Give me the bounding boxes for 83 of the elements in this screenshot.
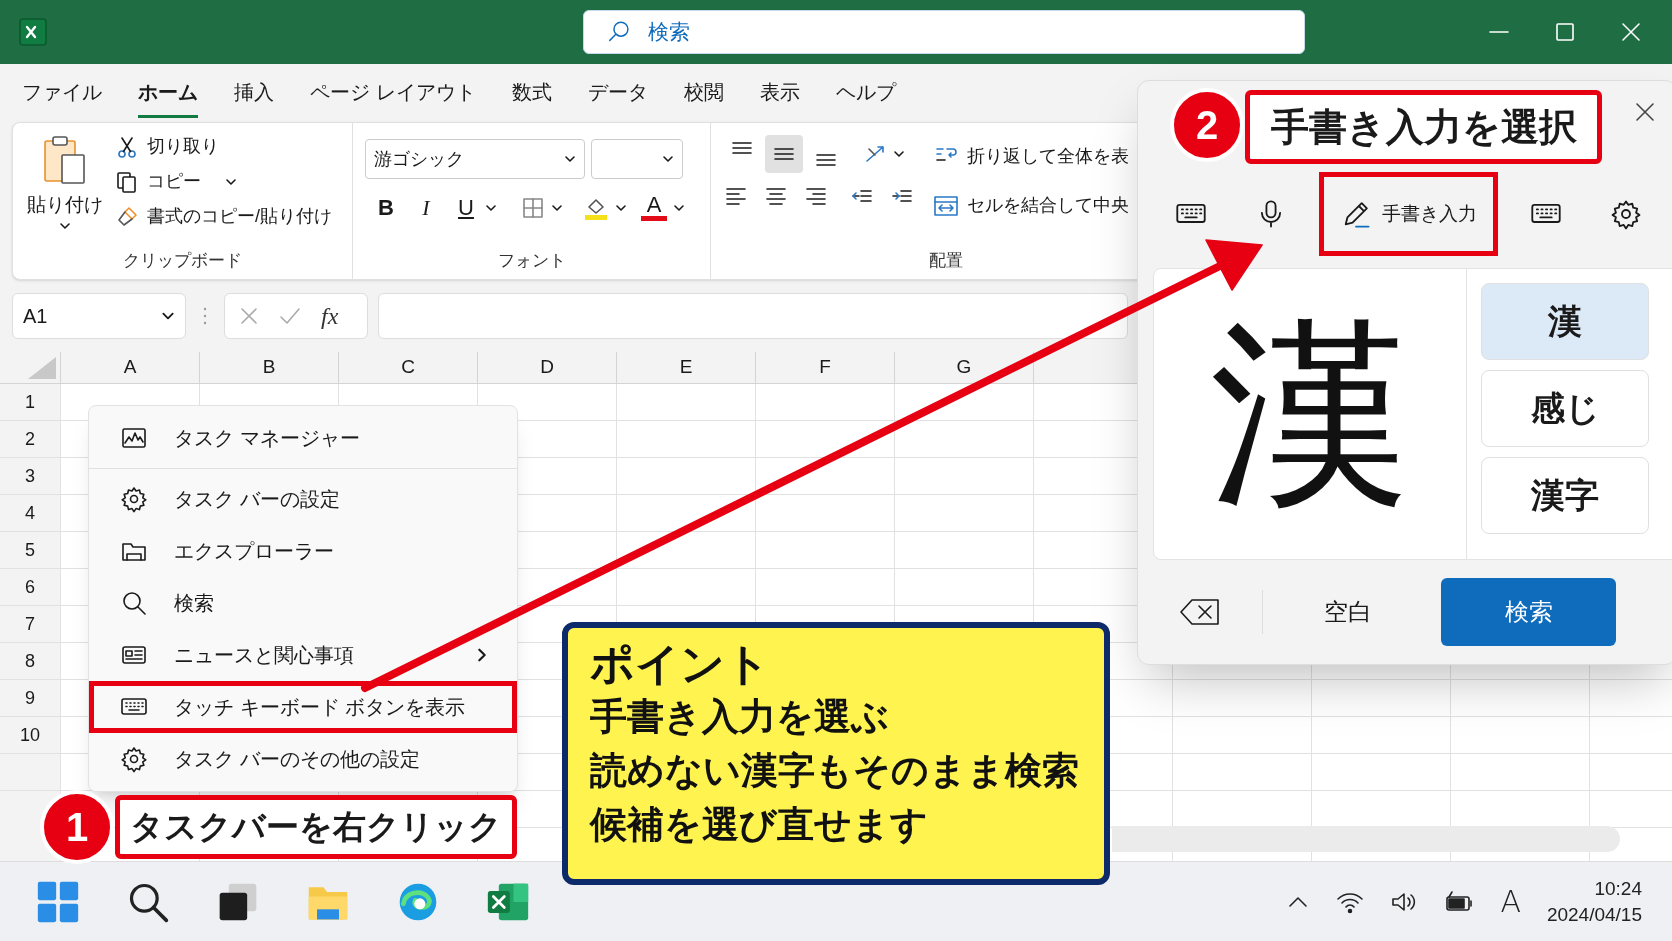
more-icon <box>202 306 208 326</box>
ribbon-tab[interactable]: 校閲 <box>683 77 724 118</box>
close-icon[interactable] <box>1634 101 1656 123</box>
callout-text: 手書き入力を選ぶ <box>590 695 890 739</box>
battery-icon[interactable] <box>1444 889 1475 914</box>
clipboard-command[interactable]: コピー <box>115 168 332 195</box>
maximize-icon[interactable] <box>1554 21 1576 43</box>
ribbon-tab[interactable]: ファイル <box>22 77 102 118</box>
font-name-dropdown[interactable]: 游ゴシック <box>365 139 585 179</box>
menu-item[interactable]: タスク バーの設定 <box>89 473 517 525</box>
menu-item[interactable]: ニュースと関心事項 <box>89 629 517 681</box>
alignment-command[interactable]: 折り返して全体を表 <box>933 143 1129 170</box>
menu-item[interactable]: タスク マネージャー <box>89 412 517 464</box>
group-label: フォント <box>496 249 567 272</box>
clipboard-command[interactable]: 書式のコピー/貼り付け <box>115 203 332 230</box>
ribbon-tab[interactable]: ホーム <box>138 77 198 118</box>
formula-input-field[interactable] <box>378 293 1128 339</box>
column-header[interactable]: C <box>338 352 477 383</box>
spreadsheet-logo-icon <box>18 17 48 47</box>
column-header[interactable]: A <box>60 352 199 383</box>
column-header[interactable]: E <box>616 352 755 383</box>
alignment-command[interactable]: セルを結合して中央 <box>933 192 1129 219</box>
group-label: 配置 <box>928 249 964 272</box>
font-color-button[interactable]: A <box>641 194 667 221</box>
search-button[interactable]: 検索 <box>1441 578 1616 646</box>
menu-item[interactable]: 検索 <box>89 577 517 629</box>
menu-item[interactable]: エクスプローラー <box>89 525 517 577</box>
search-field[interactable]: 検索 <box>583 10 1305 54</box>
step-label: 手書き入力を選択 <box>1245 90 1602 164</box>
search-icon <box>120 589 148 617</box>
horizontal-scrollbar[interactable] <box>1112 826 1620 852</box>
ribbon-tab[interactable]: 表示 <box>759 77 800 118</box>
callout-text: 読めない漢字もそのまま検索 <box>590 749 1080 793</box>
handwritten-ink: 漢 <box>1209 296 1411 532</box>
borders-icon[interactable] <box>521 195 545 220</box>
ribbon-tab[interactable]: データ <box>587 77 648 118</box>
chevron-down-icon <box>564 153 576 165</box>
settings-icon <box>120 485 148 513</box>
backspace-icon[interactable] <box>1178 596 1222 628</box>
column-header[interactable]: D <box>477 352 616 383</box>
settings-icon <box>1610 198 1642 230</box>
chevron-down-icon <box>893 148 905 160</box>
start-grid-icon[interactable] <box>36 879 80 924</box>
input-mode-indicator[interactable]: A <box>1500 879 1521 924</box>
handwriting-canvas[interactable]: 漢 漢 感じ 漢字 <box>1153 268 1672 560</box>
space-key[interactable]: 空白 <box>1263 594 1433 630</box>
format-button[interactable]: I <box>413 191 439 224</box>
ribbon-tab[interactable]: ヘルプ <box>835 77 896 118</box>
group-label: クリップボード <box>122 249 243 272</box>
copy-icon <box>115 169 139 194</box>
close-icon[interactable] <box>1620 21 1642 43</box>
callout-text: 候補を選び直せます <box>590 803 929 847</box>
column-header[interactable]: G <box>894 352 1033 383</box>
ribbon-tab[interactable]: ページ レイアウト <box>310 77 476 118</box>
callout-title: ポイント <box>590 638 771 690</box>
menu-item[interactable]: タッチ キーボード ボタンを表示 <box>89 681 517 733</box>
paste-button[interactable]: 貼り付け <box>25 131 105 248</box>
format-button[interactable]: B <box>373 191 399 224</box>
align-middle-button[interactable] <box>765 135 803 173</box>
align-lines-icon <box>816 153 836 167</box>
clock[interactable]: 10:24 2024/04/15 <box>1546 875 1642 928</box>
name-box[interactable]: A1 <box>12 293 186 339</box>
paintbrush-icon <box>115 204 139 229</box>
insert-function-button[interactable]: fx <box>321 298 339 334</box>
step-label: タスクバーを右クリック <box>115 795 517 859</box>
column-header[interactable]: F <box>755 352 894 383</box>
column-header[interactable]: B <box>199 352 338 383</box>
handwriting-tab[interactable]: 手書き入力 <box>1324 177 1493 251</box>
candidate-button[interactable]: 漢字 <box>1481 457 1649 534</box>
align-lines-icon <box>774 147 794 161</box>
clipboard-icon <box>42 135 88 187</box>
settings-icon <box>120 745 148 773</box>
ribbon-tab[interactable]: 挿入 <box>234 77 274 118</box>
candidate-button[interactable]: 漢 <box>1481 283 1649 360</box>
format-button[interactable]: U <box>453 191 479 224</box>
clipboard-command[interactable]: 切り取り <box>115 133 332 160</box>
align-lines-icon <box>732 141 752 155</box>
ribbon-tab[interactable]: 数式 <box>511 77 552 118</box>
scissors-icon <box>115 134 139 159</box>
menu-item[interactable]: タスク バーのその他の設定 <box>89 733 517 785</box>
candidate-button[interactable]: 感じ <box>1481 370 1649 447</box>
check-icon[interactable] <box>279 306 301 326</box>
chevron-down-icon <box>662 153 674 165</box>
